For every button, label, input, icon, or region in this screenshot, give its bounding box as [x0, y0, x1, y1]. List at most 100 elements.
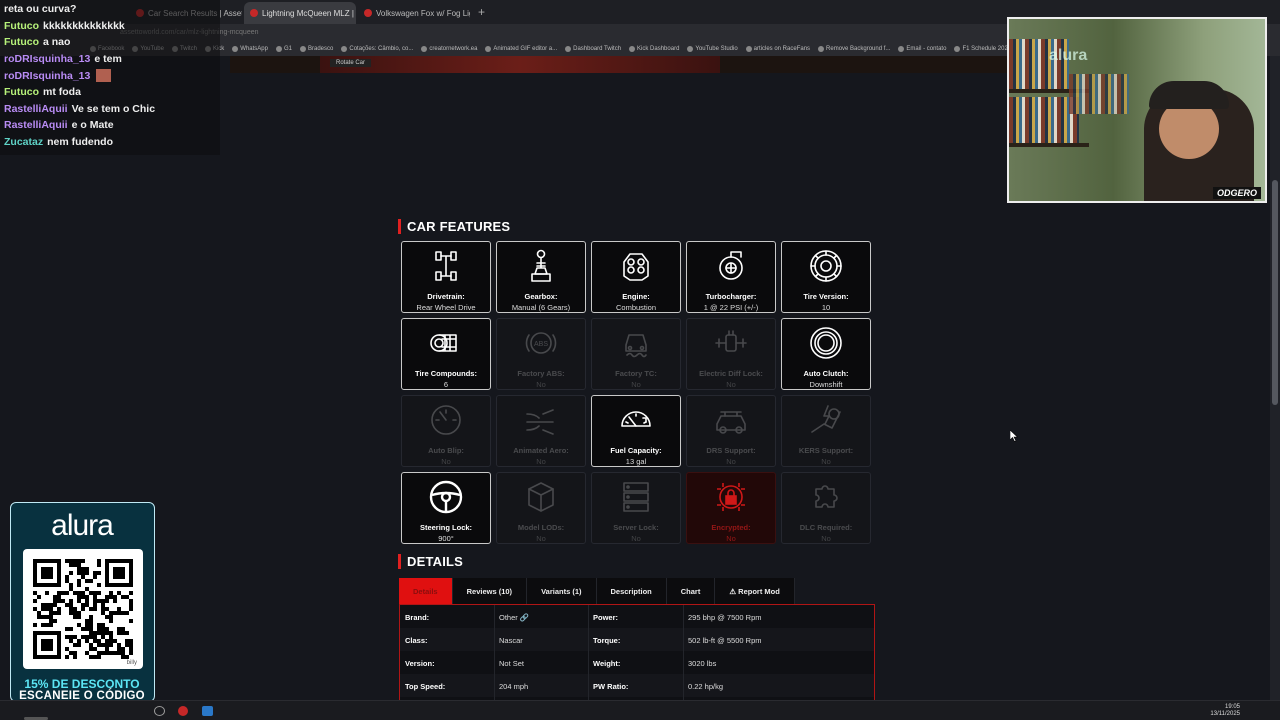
feature-value: No: [726, 534, 736, 543]
details-tab[interactable]: Variants (1): [527, 578, 597, 604]
os-taskbar: 19:05 13/11/2025: [0, 700, 1280, 720]
alura-qr-ad[interactable]: alura billy 15% DE DESCONTO ESCANEIE O C…: [10, 502, 155, 702]
feature-title: Turbocharger:: [705, 292, 757, 301]
bookmark-item[interactable]: Bradesco: [300, 46, 333, 52]
feature-value: 6: [443, 380, 449, 389]
bookmark-item[interactable]: Animated GIF editor a...: [485, 46, 557, 52]
detail-key: Top Speed:: [405, 682, 446, 691]
webcam-watermark: alura: [1049, 47, 1088, 64]
feature-value: Downshift: [809, 380, 843, 389]
details-tab[interactable]: Details: [399, 578, 453, 604]
feature-value: Combustion: [615, 303, 657, 312]
car-features-grid: Drivetrain: Rear Wheel Drive Gearbox: Manua…: [401, 241, 876, 544]
details-tab[interactable]: Reviews (10): [453, 578, 528, 604]
feature-value: Rear Wheel Drive: [416, 303, 476, 312]
feature-card-dlc-puzzle: DLC Required: No: [781, 472, 871, 544]
detail-key: Power:: [593, 613, 619, 622]
encrypted-icon: [713, 479, 749, 515]
detail-key: Class:: [405, 636, 428, 645]
detail-key: Version:: [405, 659, 435, 668]
bookmark-favicon-icon: [421, 46, 428, 52]
detail-value: 204 mph: [499, 682, 529, 691]
steam-taskbar-icon[interactable]: [202, 706, 213, 716]
detail-value: Nascar: [499, 636, 523, 645]
feature-title: Drivetrain:: [427, 292, 465, 301]
feature-value: Manual (6 Gears): [511, 303, 571, 312]
bookmark-label: Cotações: Câmbio, co...: [349, 46, 414, 52]
new-tab-button[interactable]: +: [472, 5, 491, 19]
tab-title: Lightning McQueen MLZ | Car: [262, 8, 356, 18]
bookmark-item[interactable]: articles on RaceFans: [745, 46, 810, 52]
taskbar-app-icon[interactable]: [154, 706, 165, 716]
promo-discount-text: 15% DE DESCONTO: [24, 677, 140, 691]
chat-message: reta ou curva?: [4, 3, 76, 15]
feature-value: 10: [821, 303, 831, 312]
feature-value: No: [726, 457, 736, 466]
bookmark-favicon-icon: [275, 46, 282, 52]
feature-card-tire: Tire Version: 10: [781, 241, 871, 313]
details-tab[interactable]: Description: [597, 578, 667, 604]
bookmark-item[interactable]: Email - contato: [898, 46, 946, 52]
details-tab[interactable]: Chart: [667, 578, 716, 604]
bookmark-favicon-icon: [954, 46, 961, 52]
feature-title: Steering Lock:: [419, 523, 473, 532]
bookmark-label: Email - contato: [906, 46, 947, 52]
feature-title: Auto Clutch:: [803, 369, 849, 378]
feature-card-aero: Animated Aero: No: [496, 395, 586, 467]
chat-message: RastelliAquii e o Mate: [4, 119, 114, 131]
feature-title: Gearbox:: [524, 292, 558, 301]
feature-card-clutch: Auto Clutch: Downshift: [781, 318, 871, 390]
bookmark-item[interactable]: WhatsApp: [232, 46, 268, 52]
bookmark-item[interactable]: Dashboard Twitch: [565, 46, 621, 52]
bookmark-item[interactable]: Kick Dashboard: [629, 46, 679, 52]
browser-tab[interactable]: Lightning McQueen MLZ | Car×: [244, 2, 356, 24]
details-tabs: Details Reviews (10) Variants (1) Descripti…: [399, 578, 795, 604]
chat-text: kkkkkkkkkkkkkk: [43, 19, 125, 32]
bookmark-item[interactable]: creatornetwork.ea: [421, 46, 477, 52]
bookmark-favicon-icon: [232, 46, 239, 52]
feature-value: 900°: [438, 534, 454, 543]
chat-username: Futuco: [4, 36, 39, 49]
feature-value: No: [536, 380, 546, 389]
tire-compounds-icon: [428, 325, 464, 361]
detail-value[interactable]: Other 🔗: [499, 613, 529, 622]
bookmark-label: Bradesco: [308, 46, 334, 52]
bookmark-item[interactable]: YouTube Studio: [687, 46, 738, 52]
chat-message: Futuco mt foda: [4, 86, 81, 98]
scrollbar-thumb[interactable]: [1272, 180, 1278, 405]
chat-text: a nao: [43, 36, 71, 49]
rotate-car-button[interactable]: Rotate Car: [330, 59, 372, 67]
detail-value: 295 bhp @ 7500 Rpm: [688, 613, 762, 622]
details-row: Top Speed: 204 mph PW Ratio: 0.22 hp/kg: [400, 674, 874, 697]
bookmark-item[interactable]: G1: [275, 46, 292, 52]
browser-tab[interactable]: Volkswagen Fox w/ Fog Lights |×: [358, 2, 470, 24]
chat-text: nem fudendo: [47, 135, 114, 148]
chat-username: roDRIsquinha_13: [4, 69, 91, 82]
taskbar-app-icon[interactable]: [178, 706, 188, 716]
chat-text: e tem: [94, 52, 122, 65]
qr-tag: billy: [126, 660, 137, 666]
tire-icon: [808, 248, 844, 284]
details-tab[interactable]: ⚠ Report Mod: [715, 578, 795, 604]
bookmark-item[interactable]: Remove Background f...: [818, 46, 890, 52]
bookmark-label: WhatsApp: [240, 46, 268, 52]
feature-card-engine: Engine: Combustion: [591, 241, 681, 313]
clutch-icon: [808, 325, 844, 361]
stream-chat-overlay: reta ou curva? Futuco kkkkkkkkkkkkkk Futuco…: [0, 0, 220, 155]
feature-value: No: [726, 380, 736, 389]
tab-favicon-icon: [250, 9, 258, 17]
feature-card-drivetrain: Drivetrain: Rear Wheel Drive: [401, 241, 491, 313]
feature-card-model-lods: Model LODs: No: [496, 472, 586, 544]
feature-card-diff-lock: Electric Diff Lock: No: [686, 318, 776, 390]
system-clock[interactable]: 19:05 13/11/2025: [1210, 704, 1240, 718]
bookmark-item[interactable]: Cotações: Câmbio, co...: [341, 46, 413, 52]
feature-card-steering-wheel: Steering Lock: 900°: [401, 472, 491, 544]
feature-title: Tire Version:: [803, 292, 849, 301]
bookmark-label: G1: [283, 46, 292, 52]
tab-favicon-icon: [364, 9, 372, 17]
qr-code: billy: [23, 549, 143, 669]
feature-card-kers: KERS Support: No: [781, 395, 871, 467]
kers-icon: [808, 402, 844, 438]
model-lods-icon: [523, 479, 559, 515]
chat-username: RastelliAquii: [4, 102, 68, 115]
